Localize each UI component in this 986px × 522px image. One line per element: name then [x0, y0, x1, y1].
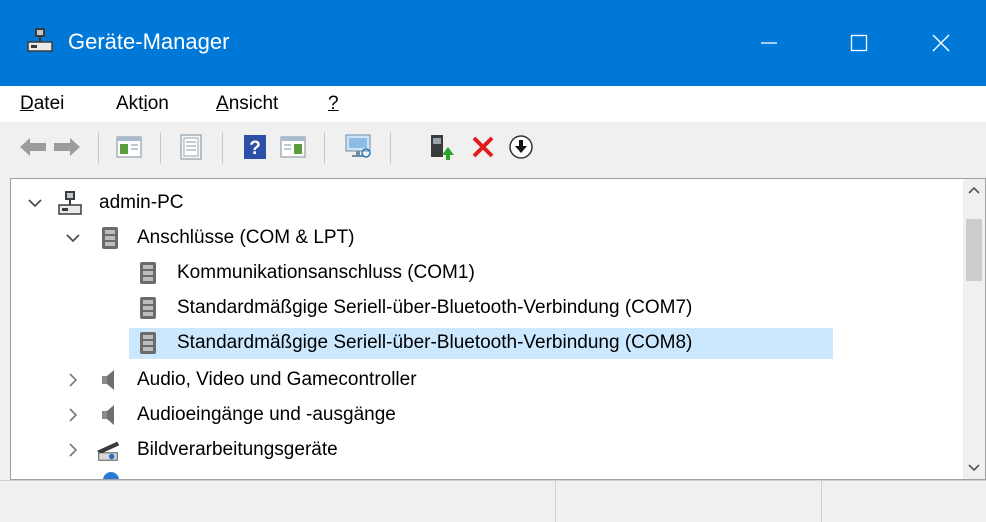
speaker-icon — [102, 370, 114, 390]
disable-device-icon — [509, 135, 533, 159]
port-icon — [102, 227, 118, 249]
close-button[interactable] — [896, 0, 986, 86]
tree-item-label: Standardmäßgige Seriell-über-Bluetooth-V… — [177, 297, 693, 318]
vertical-scrollbar[interactable] — [963, 179, 985, 479]
tree-category-label: Audioeingänge und -ausgänge — [137, 404, 396, 425]
properties-icon — [180, 134, 202, 160]
tree-item-port[interactable]: Standardmäßgige Seriell-über-Bluetooth-V… — [11, 291, 951, 326]
forward-arrow-icon — [54, 138, 80, 156]
toolbar-separator — [390, 132, 391, 164]
chevron-right-icon[interactable] — [63, 370, 83, 390]
port-icon — [140, 332, 156, 354]
bluetooth-icon — [103, 472, 119, 479]
tree-item-label: Standardmäßgige Seriell-über-Bluetooth-V… — [177, 332, 693, 353]
tree-item-port[interactable]: Kommunikationsanschluss (COM1) — [11, 256, 951, 291]
uninstall-icon — [472, 136, 494, 158]
tree-category-audio-video[interactable]: Audio, Video und Gamecontroller — [11, 363, 951, 398]
tree-item-port-selected[interactable]: Standardmäßgige Seriell-über-Bluetooth-V… — [11, 326, 951, 361]
speaker-icon — [102, 405, 114, 425]
menu-datei[interactable]: Datei — [20, 86, 64, 122]
device-manager-icon — [27, 28, 53, 52]
tree-category-audio-io[interactable]: Audioeingänge und -ausgänge — [11, 398, 951, 433]
scroll-down-button[interactable] — [963, 457, 985, 479]
menu-ansicht[interactable]: Ansicht — [216, 86, 278, 122]
tree-category-ports[interactable]: Anschlüsse (COM & LPT) — [11, 221, 951, 256]
device-tree: admin-PC Anschlüsse (COM & LPT) Kommunik… — [10, 178, 986, 480]
menu-bar: Datei Aktion Ansicht ? — [0, 86, 986, 122]
scan-hardware-icon — [345, 134, 371, 158]
chevron-right-icon[interactable] — [63, 440, 83, 460]
chevron-down-icon[interactable] — [63, 228, 83, 248]
close-icon — [932, 34, 950, 52]
toolbar-separator — [324, 132, 325, 164]
chevron-right-icon[interactable] — [63, 405, 83, 425]
title-bar: Geräte-Manager — [0, 0, 986, 86]
action-pane-icon — [280, 136, 306, 158]
update-driver-button[interactable] — [426, 132, 456, 162]
status-cell — [556, 481, 822, 522]
back-button[interactable] — [18, 132, 48, 162]
show-hide-tree-button[interactable] — [114, 132, 144, 162]
back-arrow-icon — [20, 138, 46, 156]
help-icon: ? — [244, 135, 266, 159]
properties-button[interactable] — [176, 132, 206, 162]
status-bar — [0, 480, 986, 522]
scan-hardware-button[interactable] — [344, 132, 374, 162]
help-button[interactable]: ? — [240, 132, 270, 162]
disable-device-button[interactable] — [506, 132, 536, 162]
maximize-button[interactable] — [814, 0, 904, 86]
scroll-thumb[interactable] — [966, 219, 982, 281]
tree-item-label: Kommunikationsanschluss (COM1) — [177, 262, 475, 283]
uninstall-button[interactable] — [468, 132, 498, 162]
tree-root-label: admin-PC — [99, 192, 184, 213]
computer-icon — [58, 191, 82, 215]
tree-category-label: Audio, Video und Gamecontroller — [137, 369, 417, 390]
toolbar-separator — [98, 132, 99, 164]
menu-help[interactable]: ? — [328, 86, 339, 122]
status-cell — [0, 481, 556, 522]
tree-category-label: Bildverarbeitungsgeräte — [137, 439, 338, 460]
menu-aktion[interactable]: Aktion — [116, 86, 169, 122]
port-icon — [140, 297, 156, 319]
update-driver-icon — [431, 135, 454, 160]
minimize-icon — [761, 42, 777, 44]
show-hide-tree-icon — [116, 136, 142, 158]
forward-button[interactable] — [52, 132, 82, 162]
action-pane-button[interactable] — [278, 132, 308, 162]
chevron-down-icon — [968, 464, 980, 472]
window-title: Geräte-Manager — [68, 29, 230, 54]
toolbar-separator — [222, 132, 223, 164]
scroll-up-button[interactable] — [963, 179, 985, 201]
chevron-up-icon — [968, 186, 980, 194]
port-icon — [140, 262, 156, 284]
camera-scanner-icon — [96, 441, 120, 461]
tree-root[interactable]: admin-PC — [11, 186, 951, 221]
maximize-icon — [850, 34, 868, 52]
svg-text:?: ? — [249, 138, 261, 159]
toolbar: ? — [0, 122, 986, 172]
toolbar-separator — [160, 132, 161, 164]
tree-category-label: Anschlüsse (COM & LPT) — [137, 227, 355, 248]
chevron-down-icon[interactable] — [25, 193, 45, 213]
minimize-button[interactable] — [724, 0, 814, 86]
tree-category-imaging[interactable]: Bildverarbeitungsgeräte — [11, 433, 951, 468]
